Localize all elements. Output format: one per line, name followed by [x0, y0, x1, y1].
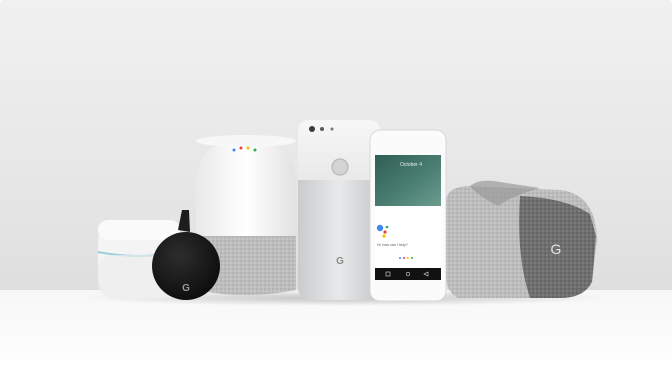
assistant-dot-red	[383, 230, 387, 234]
daydream-g-logo: G	[551, 241, 562, 257]
assistant-prompt: Hi, how can I help?	[377, 243, 408, 247]
pixel-phone-front: October 4 Hi, how can I help?	[369, 129, 447, 302]
assistant-dot-yellow	[382, 234, 386, 238]
pixel-g-logo: G	[336, 256, 344, 267]
pixel-phone-back: G	[298, 120, 380, 300]
assistant-dot-green	[385, 225, 389, 229]
phone-lock-date: October 4	[400, 162, 422, 168]
chromecast-g-logo: G	[182, 283, 190, 294]
image-frame: G G October 4 Hi, how can I help? G	[0, 0, 672, 374]
daydream-view-headset: G	[446, 180, 597, 298]
product-lineup-photo: G G October 4 Hi, how can I help? G	[0, 0, 672, 374]
assistant-dot-blue	[376, 224, 384, 232]
